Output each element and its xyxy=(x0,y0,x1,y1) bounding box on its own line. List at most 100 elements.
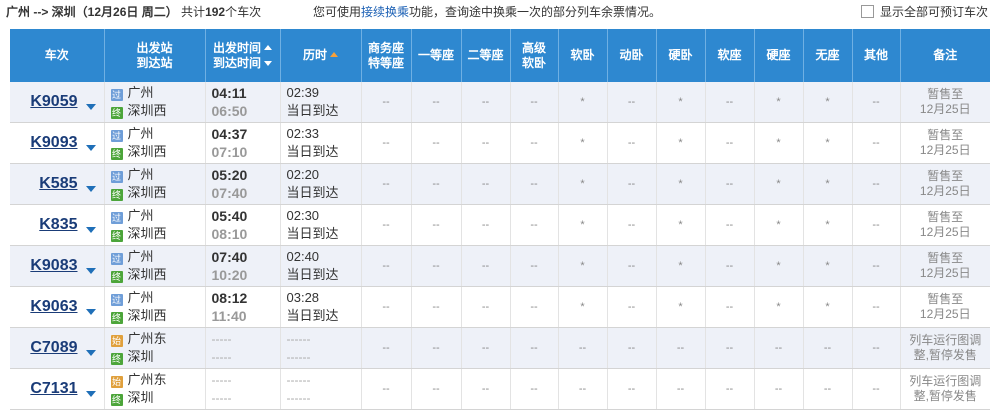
show-all-label: 显示全部可预订车次 xyxy=(879,5,988,19)
sort-up-icon[interactable] xyxy=(264,44,272,50)
duration-cell: 03:28 当日到达 xyxy=(280,286,362,328)
remark-line-2: 12月25日 xyxy=(919,184,971,198)
seat-hard-seat: * xyxy=(754,82,804,123)
remark-line-1: 列车运行图调 xyxy=(909,333,982,347)
seat-hard-seat: -- xyxy=(754,327,804,369)
table-row: K585 过广州终深圳西 05:20 07:40 02:20 当日到达 -- -- -- -- * -… xyxy=(10,163,990,205)
arrival-day: ------ xyxy=(286,391,311,405)
train-number-link[interactable]: K9083 xyxy=(30,257,77,274)
duration: ------ xyxy=(286,373,311,387)
duration: 02:40 xyxy=(286,249,320,264)
header-other: 其他 xyxy=(852,29,901,82)
expand-stops-icon[interactable] xyxy=(85,186,96,192)
expand-stops-icon[interactable] xyxy=(85,145,96,151)
arrival-time: ----- xyxy=(211,350,232,364)
remark-line-1: 暂售至 xyxy=(927,251,964,265)
arrival-day: 当日到达 xyxy=(286,267,339,282)
train-number-link[interactable]: K9059 xyxy=(30,93,77,110)
remark-line-1: 列车运行图调 xyxy=(909,374,982,388)
time-cell: 04:11 06:50 xyxy=(205,82,281,123)
seat-standing: * xyxy=(803,82,853,123)
station-cell: 过广州终深圳西 xyxy=(104,163,206,205)
station-cell: 始广州东终深圳 xyxy=(104,327,206,369)
train-cell: K835 xyxy=(10,204,105,246)
arrival-station: 深圳西 xyxy=(127,103,167,118)
train-number-link[interactable]: C7131 xyxy=(30,380,77,397)
header-second-class: 二等座 xyxy=(461,29,511,82)
seat-soft-sleeper: -- xyxy=(558,368,608,410)
seat-soft-seat: -- xyxy=(705,122,755,164)
seat-hard-sleeper: * xyxy=(656,163,706,205)
origin-type-icon: 过 xyxy=(110,253,123,265)
expand-stops-icon[interactable] xyxy=(85,391,96,397)
seat-soft-seat: -- xyxy=(705,368,755,410)
seat-first-class: -- xyxy=(411,327,462,369)
origin-type-icon: 始 xyxy=(110,376,123,388)
seat-hard-sleeper: -- xyxy=(656,327,706,369)
remark-line-2: 12月25日 xyxy=(919,143,971,157)
seat-premium-sleeper: -- xyxy=(510,368,559,410)
departure-time: 05:40 xyxy=(211,208,248,224)
sort-down-icon[interactable] xyxy=(264,60,272,66)
departure-time: 04:37 xyxy=(211,126,248,142)
duration-cell: 02:33 当日到达 xyxy=(280,122,362,164)
seat-hard-sleeper: * xyxy=(656,82,706,123)
expand-stops-icon[interactable] xyxy=(85,309,96,315)
expand-stops-icon[interactable] xyxy=(85,268,96,274)
remark-cell: 暂售至 12月25日 xyxy=(900,245,990,287)
remark-line-2: 12月25日 xyxy=(919,225,971,239)
station-cell: 过广州终深圳西 xyxy=(104,82,206,123)
arrival-station: 深圳西 xyxy=(127,185,167,200)
duration: 02:39 xyxy=(286,85,320,100)
seat-standing: * xyxy=(803,163,853,205)
header-duration-sort[interactable]: 历时 xyxy=(280,29,362,82)
departure-time: 07:40 xyxy=(211,249,248,265)
seat-second-class: -- xyxy=(461,286,511,328)
remark-line-2: 12月25日 xyxy=(919,266,971,280)
seat-soft-seat: -- xyxy=(705,327,755,369)
arrival-time: ----- xyxy=(211,391,232,405)
sort-up-icon[interactable] xyxy=(330,52,338,57)
train-cell: K9083 xyxy=(10,245,105,287)
seat-business-seat: -- xyxy=(361,245,412,287)
time-cell: ----- ----- xyxy=(205,368,281,410)
arrival-station: 深圳 xyxy=(127,349,154,364)
train-number-link[interactable]: K835 xyxy=(39,216,77,233)
train-number-link[interactable]: K9093 xyxy=(30,134,77,151)
duration: 02:33 xyxy=(286,126,320,141)
duration: 03:28 xyxy=(286,290,320,305)
departure-time: 04:11 xyxy=(211,85,247,101)
seat-soft-seat: -- xyxy=(705,204,755,246)
train-cell: K9063 xyxy=(10,286,105,328)
arrival-station: 深圳 xyxy=(127,390,154,405)
train-number-link[interactable]: K585 xyxy=(39,175,77,192)
time-cell: 05:40 08:10 xyxy=(205,204,281,246)
table-row: K835 过广州终深圳西 05:40 08:10 02:30 当日到达 -- -- -- -- * -… xyxy=(10,204,990,246)
seat-hard-seat: * xyxy=(754,163,804,205)
time-cell: 08:12 11:40 xyxy=(205,286,281,328)
seat-second-class: -- xyxy=(461,163,511,205)
departure-station: 广州 xyxy=(127,208,154,223)
notice-before: 您可使用 xyxy=(313,5,362,19)
show-all-toggle[interactable]: 显示全部可预订车次 xyxy=(860,0,988,24)
transfer-link[interactable]: 接续换乘 xyxy=(361,5,409,19)
expand-stops-icon[interactable] xyxy=(85,227,96,233)
train-cell: C7131 xyxy=(10,368,105,410)
time-cell: ----- ----- xyxy=(205,327,281,369)
expand-stops-icon[interactable] xyxy=(85,350,96,356)
expand-stops-icon[interactable] xyxy=(85,104,96,110)
departure-station: 广州 xyxy=(127,85,154,100)
seat-second-class: -- xyxy=(461,245,511,287)
seat-soft-sleeper: * xyxy=(558,82,608,123)
seat-hard-sleeper: * xyxy=(656,122,706,164)
header-time-sort[interactable]: 出发时间 到达时间 xyxy=(205,29,281,82)
header-standing: 无座 xyxy=(803,29,853,82)
train-number-link[interactable]: C7089 xyxy=(30,339,77,356)
show-all-checkbox[interactable] xyxy=(860,5,874,18)
seat-hard-seat: -- xyxy=(754,368,804,410)
train-number-link[interactable]: K9063 xyxy=(30,298,77,315)
train-cell: C7089 xyxy=(10,327,105,369)
seat-first-class: -- xyxy=(411,122,462,164)
seat-business-seat: -- xyxy=(361,368,412,410)
arrival-day: ------ xyxy=(286,350,311,364)
